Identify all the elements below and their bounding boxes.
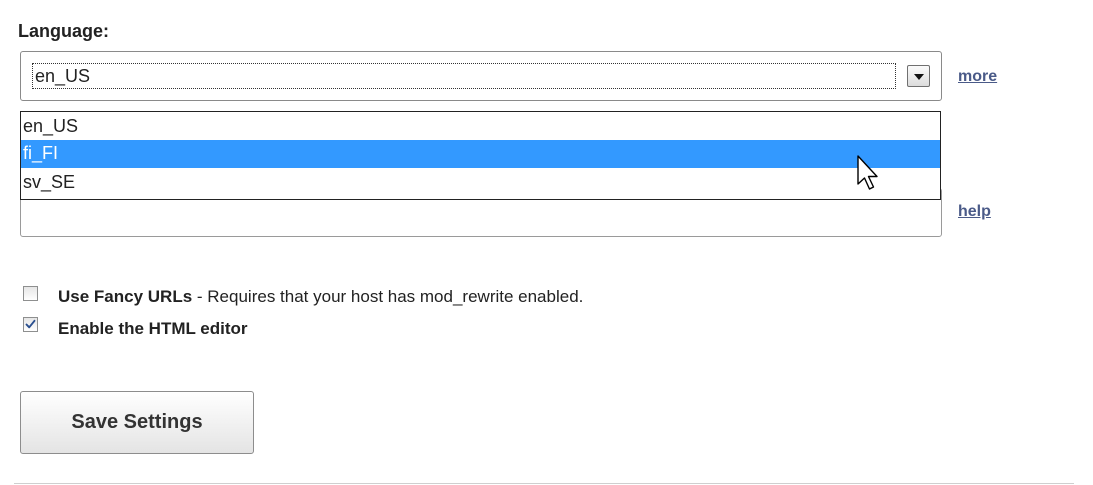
chevron-down-icon[interactable] [907, 65, 930, 87]
settings-page: Language: en_US more help en_US fi_FI sv… [0, 0, 1093, 485]
html-editor-title: Enable the HTML editor [58, 319, 248, 338]
language-dropdown-list: en_US fi_FI sv_SE [20, 111, 941, 200]
html-editor-checkbox[interactable] [23, 317, 38, 332]
more-link[interactable]: more [958, 68, 997, 86]
language-label: Language: [18, 21, 110, 41]
fancy-urls-checkbox[interactable] [23, 286, 38, 301]
help-link[interactable]: help [958, 203, 991, 221]
language-select[interactable]: en_US [20, 51, 942, 101]
fancy-urls-label: Use Fancy URLs - Requires that your host… [58, 287, 583, 307]
mouse-cursor-icon [857, 155, 878, 190]
language-option-en-us[interactable]: en_US [21, 113, 940, 141]
checkmark-icon [25, 319, 36, 329]
divider [14, 483, 1074, 484]
fancy-urls-title: Use Fancy URLs [58, 287, 193, 306]
language-option-sv-se[interactable]: sv_SE [21, 169, 940, 197]
fancy-urls-description: - Requires that your host has mod_rewrit… [192, 287, 584, 306]
language-select-value[interactable]: en_US [32, 63, 896, 89]
html-editor-label: Enable the HTML editor [58, 319, 248, 339]
language-option-fi-fi[interactable]: fi_FI [21, 140, 940, 168]
save-settings-button[interactable]: Save Settings [20, 391, 254, 454]
